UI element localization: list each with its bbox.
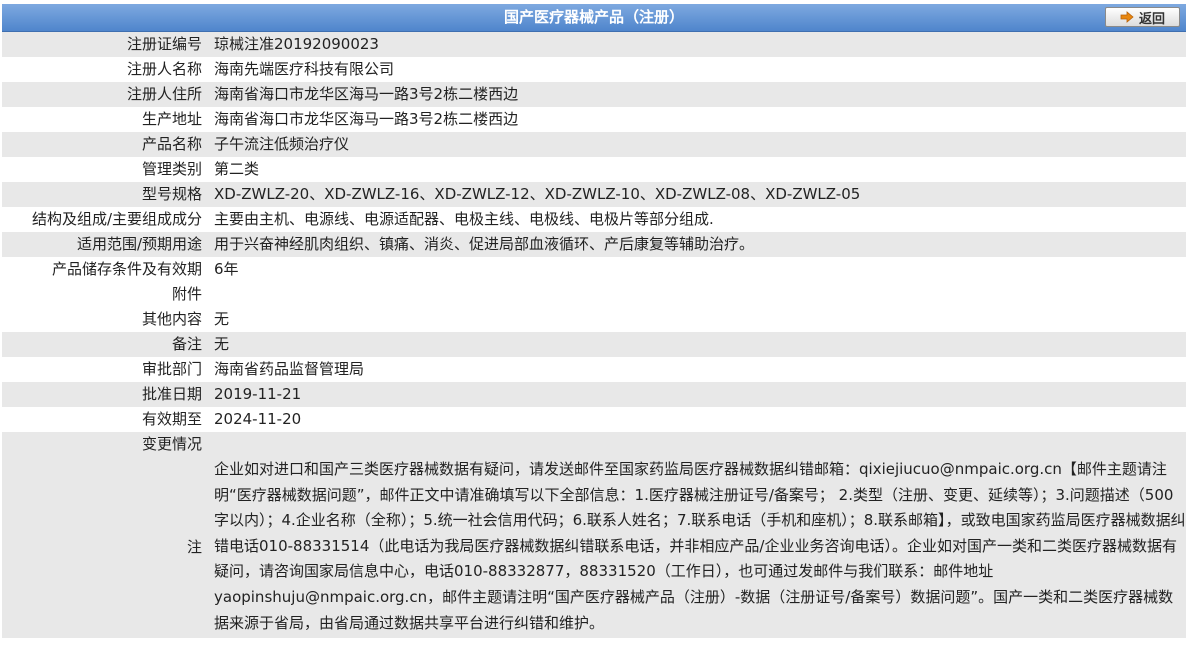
field-value: 第二类 bbox=[205, 157, 1186, 182]
field-value: 海南先端医疗科技有限公司 bbox=[205, 57, 1186, 82]
field-label: 备注 bbox=[2, 332, 205, 357]
header-bar: 国产医疗器械产品（注册） 返回 bbox=[2, 4, 1186, 32]
field-label: 注册人住所 bbox=[2, 82, 205, 107]
field-label: 产品名称 bbox=[2, 132, 205, 157]
field-value: 海南省海口市龙华区海马一路3号2栋二楼西边 bbox=[205, 107, 1186, 132]
field-row-changes: 变更情况 bbox=[2, 432, 1186, 457]
detail-table: 注册证编号 琼械注准20192090023 注册人名称 海南先端医疗科技有限公司… bbox=[2, 32, 1186, 639]
field-value bbox=[205, 432, 1186, 457]
field-value: 子午流注低频治疗仪 bbox=[205, 132, 1186, 157]
field-value: 海南省海口市龙华区海马一路3号2栋二楼西边 bbox=[205, 82, 1186, 107]
field-label: 型号规格 bbox=[2, 182, 205, 207]
field-value: XD-ZWLZ-20、XD-ZWLZ-16、XD-ZWLZ-12、XD-ZWLZ… bbox=[205, 182, 1186, 207]
field-value: 海南省药品监督管理局 bbox=[205, 357, 1186, 382]
field-row-approval-date: 批准日期 2019-11-21 bbox=[2, 382, 1186, 407]
field-label: 附件 bbox=[2, 282, 205, 307]
note-text: 企业如对进口和国产三类医疗器械数据有疑问，请发送邮件至国家药监局医疗器械数据纠错… bbox=[205, 457, 1186, 639]
field-row-product-name: 产品名称 子午流注低频治疗仪 bbox=[2, 132, 1186, 157]
field-label: 审批部门 bbox=[2, 357, 205, 382]
field-row-registration-number: 注册证编号 琼械注准20192090023 bbox=[2, 32, 1186, 57]
field-label: 有效期至 bbox=[2, 407, 205, 432]
field-label: 注册证编号 bbox=[2, 32, 205, 57]
field-label: 批准日期 bbox=[2, 382, 205, 407]
back-button-label: 返回 bbox=[1138, 11, 1165, 27]
field-row-management-category: 管理类别 第二类 bbox=[2, 157, 1186, 182]
field-value: 主要由主机、电源线、电源适配器、电极主线、电极线、电极片等部分组成. bbox=[205, 207, 1186, 232]
field-row-registrant-name: 注册人名称 海南先端医疗科技有限公司 bbox=[2, 57, 1186, 82]
arrow-right-icon bbox=[1120, 11, 1134, 23]
field-value: 2019-11-21 bbox=[205, 382, 1186, 407]
field-row-other: 其他内容 无 bbox=[2, 307, 1186, 332]
note-row: 注 企业如对进口和国产三类医疗器械数据有疑问，请发送邮件至国家药监局医疗器械数据… bbox=[2, 457, 1186, 639]
field-row-structure: 结构及组成/主要组成成分 主要由主机、电源线、电源适配器、电极主线、电极线、电极… bbox=[2, 207, 1186, 232]
field-value bbox=[205, 282, 1186, 307]
field-label: 其他内容 bbox=[2, 307, 205, 332]
field-row-remark: 备注 无 bbox=[2, 332, 1186, 357]
page-title: 国产医疗器械产品（注册） bbox=[503, 8, 684, 26]
field-value: 2024-11-20 bbox=[205, 407, 1186, 432]
field-row-intended-use: 适用范围/预期用途 用于兴奋神经肌肉组织、镇痛、消炎、促进局部血液循环、产后康复… bbox=[2, 232, 1186, 257]
note-label: 注 bbox=[2, 457, 205, 639]
field-label: 产品储存条件及有效期 bbox=[2, 257, 205, 282]
field-row-valid-until: 有效期至 2024-11-20 bbox=[2, 407, 1186, 432]
field-label: 管理类别 bbox=[2, 157, 205, 182]
field-row-model-spec: 型号规格 XD-ZWLZ-20、XD-ZWLZ-16、XD-ZWLZ-12、XD… bbox=[2, 182, 1186, 207]
field-row-storage: 产品储存条件及有效期 6年 bbox=[2, 257, 1186, 282]
registration-detail-page: 国产医疗器械产品（注册） 返回 注册证编号 琼械注准20192090023 注册… bbox=[2, 4, 1186, 639]
field-value: 用于兴奋神经肌肉组织、镇痛、消炎、促进局部血液循环、产后康复等辅助治疗。 bbox=[205, 232, 1186, 257]
field-label: 生产地址 bbox=[2, 107, 205, 132]
field-label: 注册人名称 bbox=[2, 57, 205, 82]
field-value: 无 bbox=[205, 307, 1186, 332]
field-row-attachment: 附件 bbox=[2, 282, 1186, 307]
field-value: 琼械注准20192090023 bbox=[205, 32, 1186, 57]
field-row-production-address: 生产地址 海南省海口市龙华区海马一路3号2栋二楼西边 bbox=[2, 107, 1186, 132]
field-row-approval-dept: 审批部门 海南省药品监督管理局 bbox=[2, 357, 1186, 382]
field-label: 变更情况 bbox=[2, 432, 205, 457]
field-value: 6年 bbox=[205, 257, 1186, 282]
field-label: 结构及组成/主要组成成分 bbox=[2, 207, 205, 232]
field-row-registrant-address: 注册人住所 海南省海口市龙华区海马一路3号2栋二楼西边 bbox=[2, 82, 1186, 107]
field-value: 无 bbox=[205, 332, 1186, 357]
field-label: 适用范围/预期用途 bbox=[2, 232, 205, 257]
back-button[interactable]: 返回 bbox=[1105, 7, 1180, 27]
